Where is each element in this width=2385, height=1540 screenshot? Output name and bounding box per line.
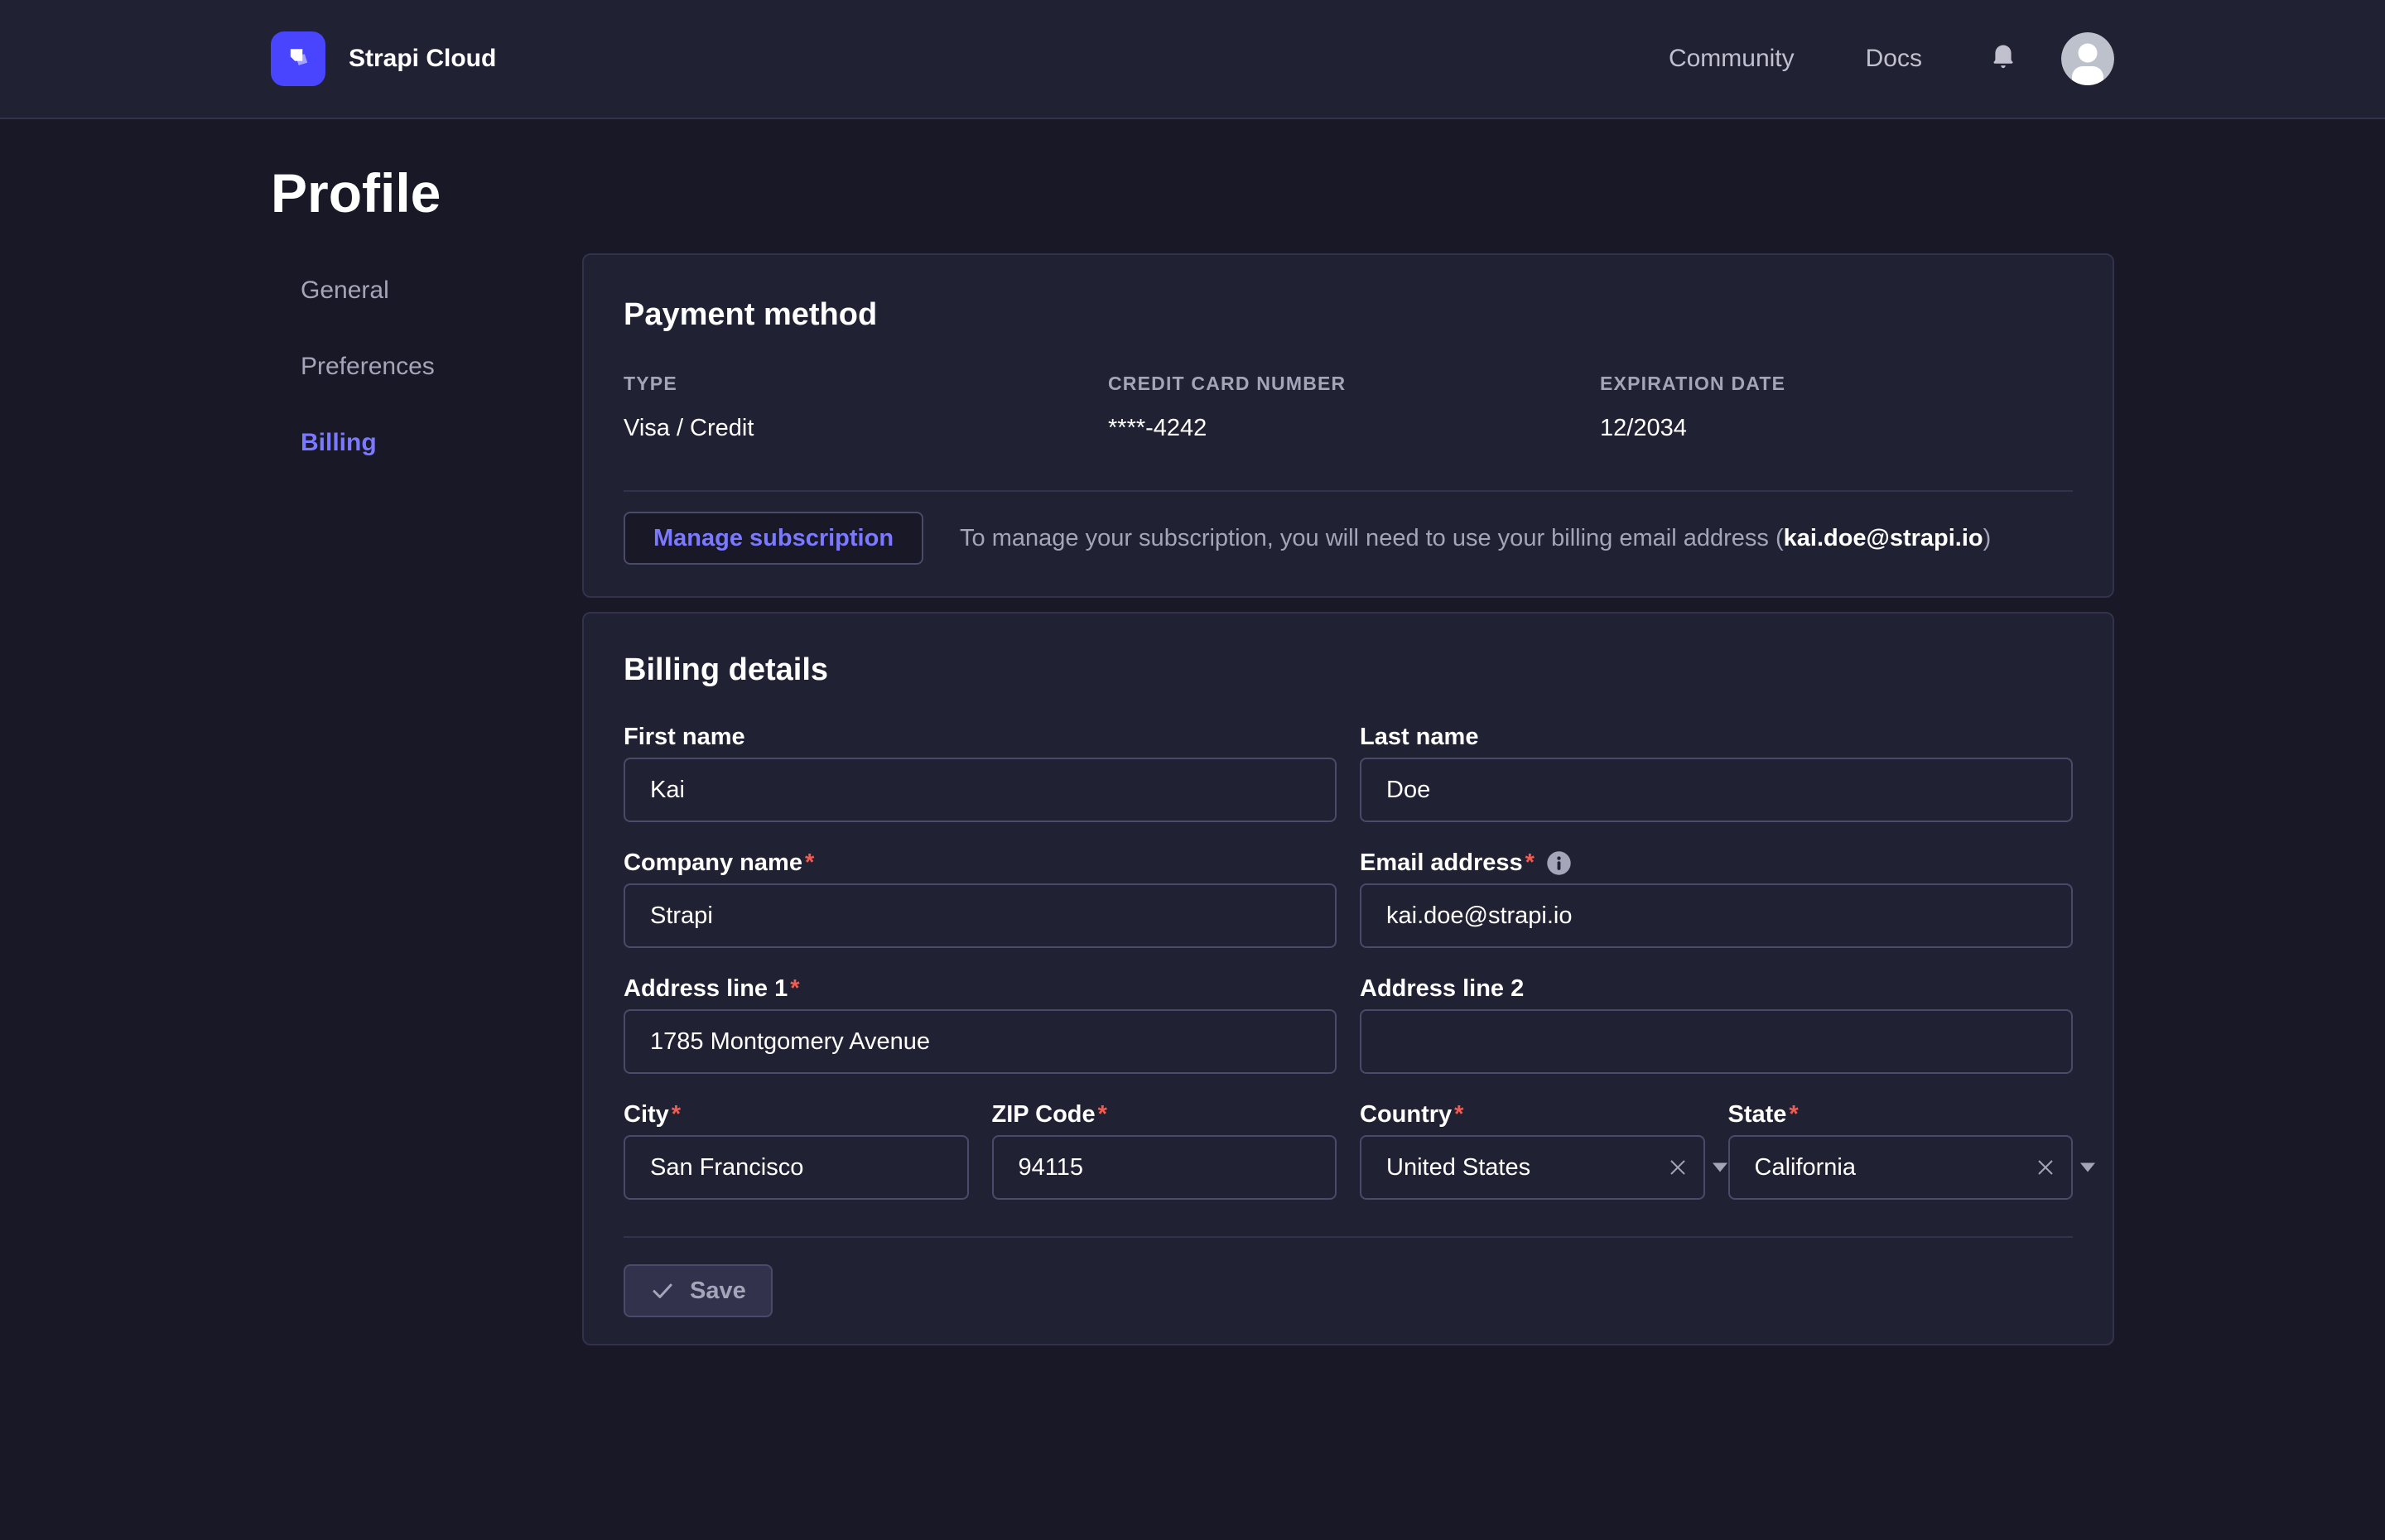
country-field: Country*	[1360, 1100, 1705, 1200]
address-line2-input[interactable]	[1360, 1009, 2073, 1074]
billing-details-title: Billing details	[624, 653, 2073, 686]
company-name-label: Company name*	[624, 849, 1337, 877]
last-name-label-text: Last name	[1360, 723, 1478, 751]
state-input[interactable]	[1728, 1135, 2074, 1200]
first-name-field: First name	[624, 723, 1337, 822]
payment-expiration: EXPIRATION DATE 12/2034	[1600, 373, 2073, 442]
address-line1-label-text: Address line 1	[624, 975, 788, 1003]
required-asterisk: *	[790, 975, 799, 1003]
first-name-input[interactable]	[624, 758, 1337, 822]
required-asterisk: *	[805, 849, 814, 877]
payment-method-card: Payment method TYPE Visa / Credit CREDIT…	[582, 253, 2114, 598]
notifications-bell-icon[interactable]	[1988, 42, 2018, 75]
app-header: Strapi Cloud Community Docs	[0, 0, 2385, 119]
manage-subscription-button[interactable]: Manage subscription	[624, 512, 923, 565]
sidebar-item-general[interactable]: General	[301, 276, 582, 306]
country-clear-icon[interactable]	[1665, 1155, 1690, 1180]
address-line1-input[interactable]	[624, 1009, 1337, 1074]
email-field: Email address*	[1360, 849, 2073, 948]
state-clear-icon[interactable]	[2033, 1155, 2058, 1180]
first-name-label-text: First name	[624, 723, 745, 751]
city-input[interactable]	[624, 1135, 969, 1200]
required-asterisk: *	[1789, 1100, 1798, 1129]
payment-footer: Manage subscription To manage your subsc…	[624, 502, 2073, 565]
nav-docs[interactable]: Docs	[1866, 45, 1922, 73]
required-asterisk: *	[1454, 1100, 1463, 1129]
required-asterisk: *	[1525, 849, 1535, 877]
sidebar-item-preferences[interactable]: Preferences	[301, 352, 582, 382]
address-line2-label: Address line 2	[1360, 975, 2073, 1003]
last-name-label: Last name	[1360, 723, 2073, 751]
state-caret-icon[interactable]	[2080, 1163, 2095, 1172]
address-line2-label-text: Address line 2	[1360, 975, 1524, 1003]
zip-code-label: ZIP Code*	[992, 1100, 1337, 1129]
zip-code-field: ZIP Code*	[992, 1100, 1337, 1200]
last-name-input[interactable]	[1360, 758, 2073, 822]
address-line2-field: Address line 2	[1360, 975, 2073, 1074]
brand-name: Strapi Cloud	[349, 45, 496, 73]
note-suffix: )	[1983, 525, 1992, 551]
company-name-label-text: Company name	[624, 849, 802, 877]
state-label: State*	[1728, 1100, 2074, 1129]
country-input[interactable]	[1360, 1135, 1705, 1200]
company-name-input[interactable]	[624, 883, 1337, 948]
card-number-label: CREDIT CARD NUMBER	[1108, 373, 1600, 395]
country-label-text: Country	[1360, 1100, 1452, 1129]
card-number-value: ****-4242	[1108, 415, 1600, 442]
payment-type: TYPE Visa / Credit	[624, 373, 1108, 442]
strapi-logo[interactable]	[271, 31, 325, 86]
payment-card-number: CREDIT CARD NUMBER ****-4242	[1108, 373, 1600, 442]
card-divider	[624, 1236, 2073, 1238]
expiration-label: EXPIRATION DATE	[1600, 373, 2073, 395]
top-nav: Community Docs	[1669, 32, 2114, 85]
zip-code-input[interactable]	[992, 1135, 1337, 1200]
state-label-text: State	[1728, 1100, 1787, 1129]
strapi-logo-icon	[281, 41, 316, 76]
email-label-text: Email address	[1360, 849, 1523, 877]
info-icon[interactable]	[1546, 850, 1572, 876]
note-email: kai.doe@strapi.io	[1784, 525, 1983, 551]
city-field: City*	[624, 1100, 969, 1200]
last-name-field: Last name	[1360, 723, 2073, 822]
company-name-field: Company name*	[624, 849, 1337, 948]
sidebar-item-billing[interactable]: Billing	[301, 428, 582, 458]
payment-summary: TYPE Visa / Credit CREDIT CARD NUMBER **…	[624, 373, 2073, 442]
address-line1-field: Address line 1*	[624, 975, 1337, 1074]
brand: Strapi Cloud	[271, 31, 496, 86]
country-caret-icon[interactable]	[1713, 1163, 1727, 1172]
email-input[interactable]	[1360, 883, 2073, 948]
state-combobox[interactable]	[1728, 1135, 2074, 1200]
card-divider	[624, 490, 2073, 492]
city-label-text: City	[624, 1100, 669, 1129]
save-button-label: Save	[690, 1278, 746, 1305]
cards-column: Payment method TYPE Visa / Credit CREDIT…	[582, 253, 2114, 1345]
payment-type-value: Visa / Credit	[624, 415, 1108, 442]
billing-details-card: Billing details First name Last name Com…	[582, 612, 2114, 1345]
note-prefix: To manage your subscription, you will ne…	[960, 525, 1784, 551]
zip-code-label-text: ZIP Code	[992, 1100, 1096, 1129]
billing-location-grid: City* ZIP Code* Country*	[624, 1100, 2073, 1200]
country-combobox[interactable]	[1360, 1135, 1705, 1200]
billing-email-note: To manage your subscription, you will ne…	[960, 525, 1991, 552]
address-line1-label: Address line 1*	[624, 975, 1337, 1003]
state-field: State*	[1728, 1100, 2074, 1200]
user-avatar[interactable]	[2061, 32, 2114, 85]
country-label: Country*	[1360, 1100, 1705, 1129]
city-label: City*	[624, 1100, 969, 1129]
profile-sidebar: General Preferences Billing	[271, 253, 582, 1345]
page-title: Profile	[271, 166, 2114, 220]
required-asterisk: *	[1098, 1100, 1107, 1129]
save-button[interactable]: Save	[624, 1264, 773, 1317]
required-asterisk: *	[672, 1100, 681, 1129]
email-label: Email address*	[1360, 849, 2073, 877]
billing-form-grid: First name Last name Company name* Email…	[624, 723, 2073, 1074]
main-content: Profile General Preferences Billing Paym…	[0, 166, 2385, 1345]
first-name-label: First name	[624, 723, 1337, 751]
nav-community[interactable]: Community	[1669, 45, 1795, 73]
check-icon	[650, 1278, 675, 1303]
expiration-value: 12/2034	[1600, 415, 2073, 442]
payment-method-title: Payment method	[624, 298, 2073, 331]
payment-type-label: TYPE	[624, 373, 1108, 395]
